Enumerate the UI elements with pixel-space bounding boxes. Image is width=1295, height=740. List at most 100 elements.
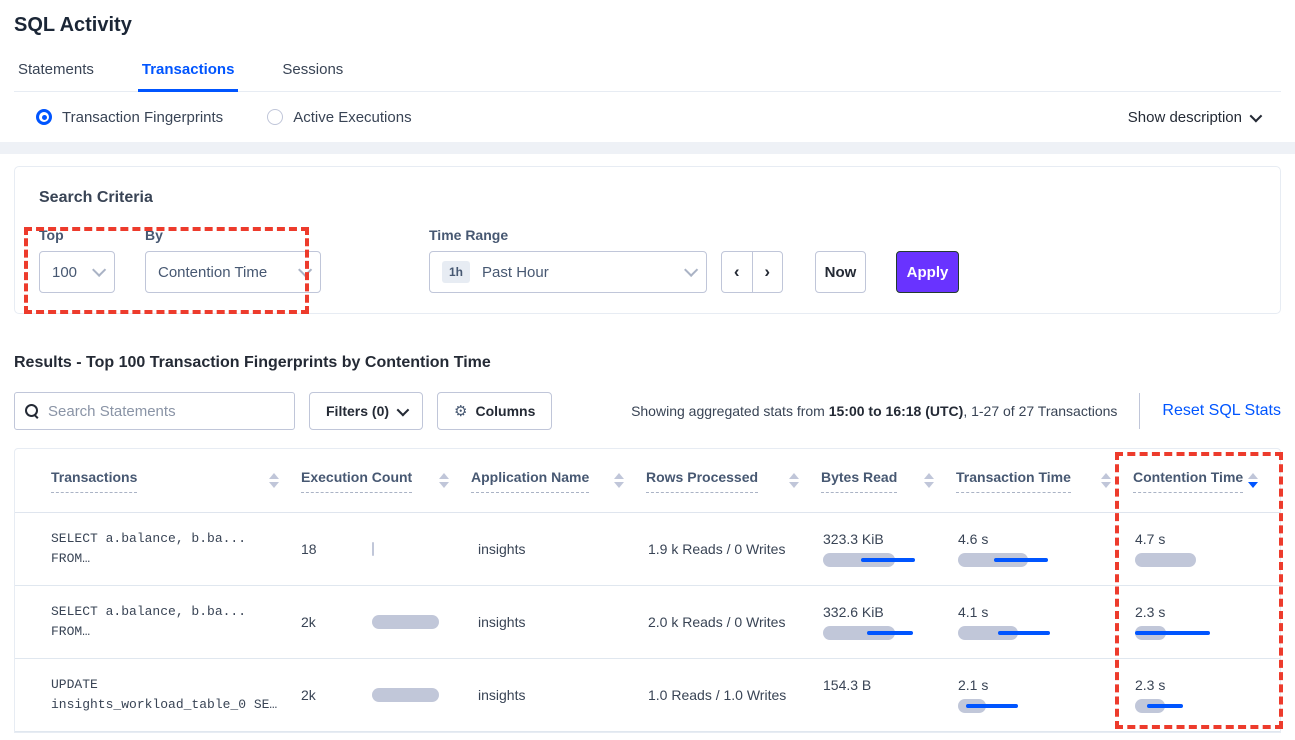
header-transaction-time[interactable]: Transaction Time [956, 469, 1133, 493]
contention-time-cell: 4.7 s [1133, 531, 1280, 567]
sort-icon[interactable] [614, 473, 624, 488]
bytes-read-cell: 323.3 KiB [821, 531, 956, 567]
radio-label: Transaction Fingerprints [62, 109, 223, 126]
execution-count-cell: 2k [301, 687, 471, 703]
bytes-read-bar [823, 626, 933, 640]
columns-button[interactable]: ⚙ Columns [437, 392, 552, 430]
search-icon [25, 404, 39, 418]
sort-icon[interactable] [269, 473, 279, 488]
time-range-value: Past Hour [482, 264, 549, 281]
columns-label: Columns [475, 403, 535, 419]
table-row: SELECT a.balance, b.ba... FROM… 2k insig… [15, 586, 1280, 659]
filters-button[interactable]: Filters (0) [309, 392, 423, 430]
header-contention-time[interactable]: Contention Time [1133, 469, 1280, 493]
rows-processed-cell: 1.9 k Reads / 0 Writes [646, 541, 821, 557]
execution-count-cell: 2k [301, 614, 471, 630]
reset-sql-stats-link[interactable]: Reset SQL Stats [1162, 402, 1281, 420]
header-application-name[interactable]: Application Name [471, 469, 646, 493]
next-time-button[interactable]: › [753, 252, 783, 292]
execution-count-bar [372, 542, 471, 556]
application-name-cell: insights [471, 687, 646, 703]
application-name-cell: insights [471, 541, 646, 557]
now-button[interactable]: Now [815, 251, 866, 293]
execution-count-cell: 18 [301, 541, 471, 557]
chevron-down-icon [92, 263, 106, 277]
sort-icon[interactable] [924, 473, 934, 488]
search-criteria-heading: Search Criteria [39, 189, 1256, 207]
top-value: 100 [52, 264, 77, 281]
sort-icon[interactable] [1101, 473, 1111, 488]
rows-processed-cell: 1.0 Reads / 1.0 Writes [646, 687, 821, 703]
time-range-badge: 1h [442, 261, 470, 283]
tab-transactions[interactable]: Transactions [138, 51, 239, 91]
header-transactions[interactable]: Transactions [51, 469, 301, 493]
search-input[interactable] [48, 403, 284, 420]
transaction-time-bar [958, 699, 1068, 713]
header-rows-processed[interactable]: Rows Processed [646, 469, 821, 493]
transaction-time-bar [958, 553, 1068, 567]
results-toolbar: Filters (0) ⚙ Columns Showing aggregated… [14, 392, 1281, 430]
tab-statements[interactable]: Statements [14, 51, 98, 91]
gear-icon: ⚙ [454, 404, 467, 419]
chevron-down-icon [1250, 109, 1263, 122]
table-header-row: Transactions Execution Count Application… [15, 449, 1280, 513]
contention-time-cell: 2.3 s [1133, 604, 1280, 640]
contention-time-bar [1135, 699, 1245, 713]
sort-icon-descending[interactable] [1248, 473, 1258, 488]
chevron-down-icon [397, 403, 410, 416]
bytes-read-bar [823, 699, 933, 713]
sort-icon[interactable] [439, 473, 449, 488]
chevron-down-icon [298, 263, 312, 277]
aggregated-stats-text: Showing aggregated stats from 15:00 to 1… [631, 403, 1117, 419]
contention-time-bar [1135, 553, 1245, 567]
results-heading: Results - Top 100 Transaction Fingerprin… [14, 354, 1281, 372]
radio-transaction-fingerprints[interactable]: Transaction Fingerprints [36, 109, 223, 126]
stats-time-range: 15:00 to 16:18 (UTC) [829, 403, 964, 419]
header-bytes-read[interactable]: Bytes Read [821, 469, 956, 493]
bytes-read-cell: 154.3 B [821, 677, 956, 713]
top-label: Top [39, 227, 115, 243]
table-row: UPDATE insights_workload_table_0 SE… 2k … [15, 659, 1280, 732]
apply-button[interactable]: Apply [896, 251, 959, 293]
tab-bar: Statements Transactions Sessions [14, 51, 1281, 92]
contention-time-cell: 2.3 s [1133, 677, 1280, 713]
by-select[interactable]: Contention Time [145, 251, 321, 293]
bytes-read-cell: 332.6 KiB [821, 604, 956, 640]
prev-time-button[interactable]: ‹ [722, 252, 753, 292]
rows-processed-cell: 2.0 k Reads / 0 Writes [646, 614, 821, 630]
execution-count-bar [372, 688, 471, 702]
filters-label: Filters (0) [326, 403, 389, 419]
sort-icon[interactable] [789, 473, 799, 488]
radio-active-executions[interactable]: Active Executions [267, 109, 411, 126]
contention-time-bar [1135, 626, 1245, 640]
time-step-group: ‹ › [721, 251, 783, 293]
top-select[interactable]: 100 [39, 251, 115, 293]
time-range-label: Time Range [429, 227, 707, 243]
vertical-divider [1139, 393, 1140, 429]
application-name-cell: insights [471, 614, 646, 630]
transaction-fingerprint-link[interactable]: SELECT a.balance, b.ba... FROM… [51, 602, 301, 642]
radio-selected-icon[interactable] [36, 109, 52, 125]
show-description-toggle[interactable]: Show description [1128, 109, 1259, 126]
search-criteria-card: Search Criteria Top 100 By Contention Ti… [14, 166, 1281, 314]
tab-sessions[interactable]: Sessions [278, 51, 347, 91]
transaction-time-cell: 2.1 s [956, 677, 1133, 713]
transaction-fingerprint-link[interactable]: SELECT a.balance, b.ba... FROM… [51, 529, 301, 569]
by-label: By [145, 227, 321, 243]
transaction-fingerprint-link[interactable]: UPDATE insights_workload_table_0 SE… [51, 675, 301, 715]
page-title: SQL Activity [14, 12, 1281, 51]
radio-unselected-icon[interactable] [267, 109, 283, 125]
by-value: Contention Time [158, 264, 267, 281]
transaction-time-cell: 4.6 s [956, 531, 1133, 567]
transaction-time-cell: 4.1 s [956, 604, 1133, 640]
transaction-time-bar [958, 626, 1068, 640]
show-description-label: Show description [1128, 109, 1242, 126]
page-header: SQL Activity Statements Transactions Ses… [0, 0, 1295, 92]
search-statements-box[interactable] [14, 392, 295, 430]
header-execution-count[interactable]: Execution Count [301, 469, 471, 493]
view-toggle-row: Transaction Fingerprints Active Executio… [0, 92, 1295, 154]
transactions-table: Transactions Execution Count Application… [14, 448, 1281, 733]
time-range-select[interactable]: 1h Past Hour [429, 251, 707, 293]
table-row: SELECT a.balance, b.ba... FROM… 18 insig… [15, 513, 1280, 586]
chevron-down-icon [684, 263, 698, 277]
